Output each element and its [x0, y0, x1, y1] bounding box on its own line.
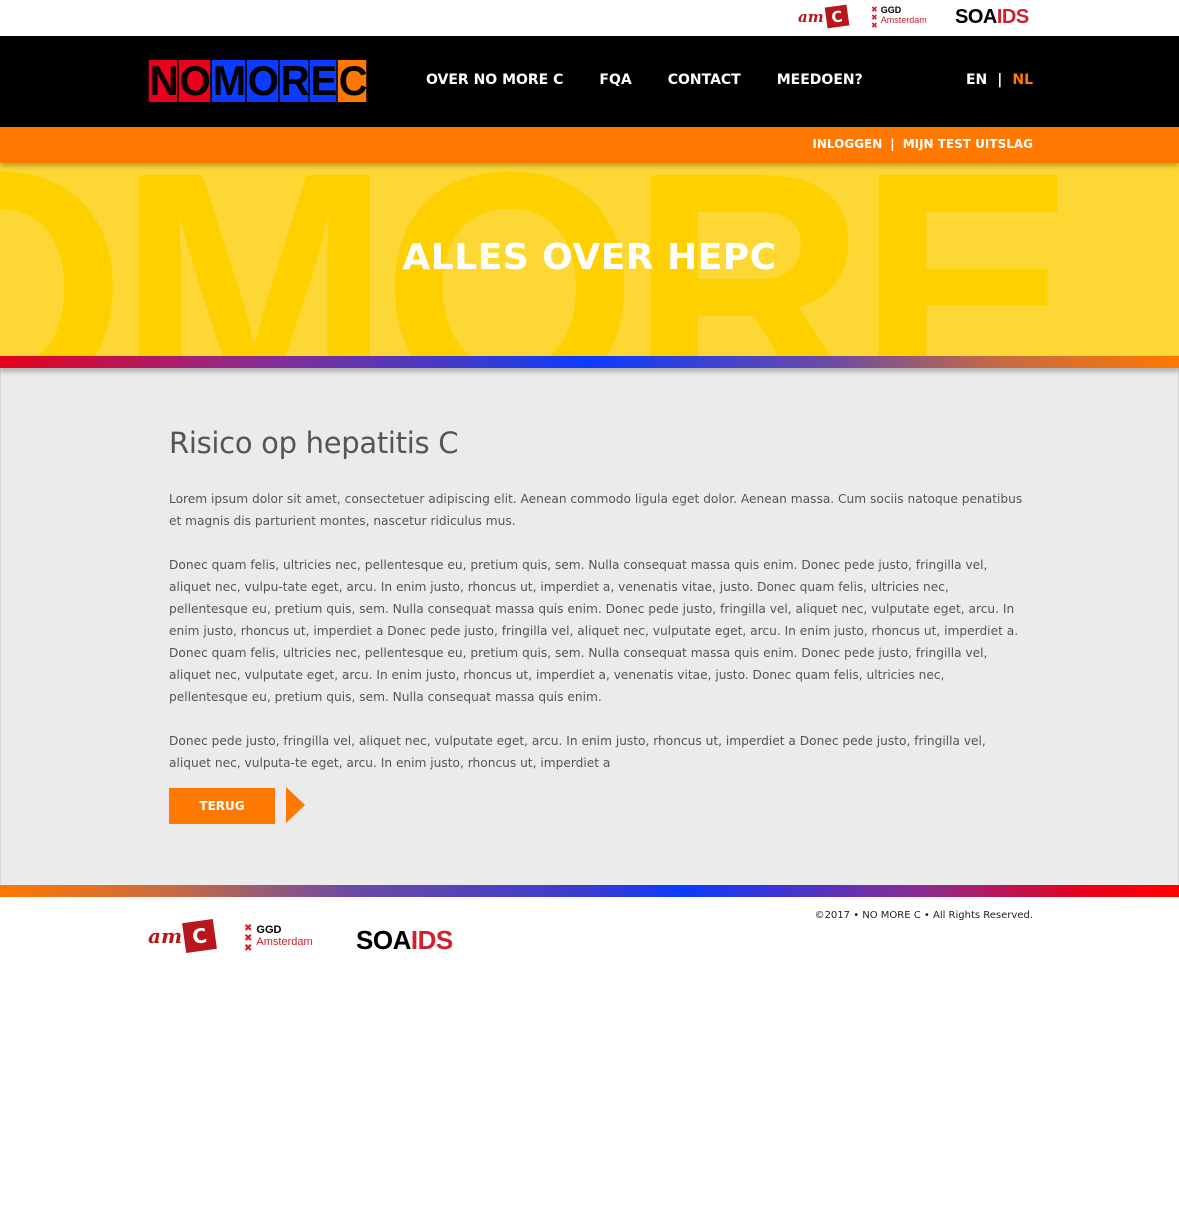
ggd-logo[interactable]: ✖ ✖ ✖ GGD Amsterdam [871, 5, 927, 30]
main-header: N O M O R E C OVER NO MORE C FQA CONTACT… [0, 36, 1179, 127]
lang-nl[interactable]: NL [1012, 72, 1033, 88]
lang-en[interactable]: EN [966, 72, 987, 88]
page: am C ✖ ✖ ✖ GGD Amsterdam SOAIDS N O M O R … [0, 0, 1179, 1219]
hero-banner: OMORE ALLES OVER HEPC [0, 163, 1179, 356]
nav-fqa[interactable]: FQA [599, 72, 631, 88]
soaids-logo[interactable]: SOAIDS [955, 6, 1029, 29]
lang-separator: | [997, 72, 1003, 88]
nav-meedoen[interactable]: MEEDOEN? [777, 72, 863, 88]
article-paragraph-1: Lorem ipsum dolor sit amet, consectetuer… [169, 492, 1023, 528]
back-button[interactable]: TERUG [169, 788, 275, 824]
article-title: Risico op hepatitis C [169, 426, 459, 460]
login-link[interactable]: INLOGGEN [812, 137, 882, 151]
partner-bar: am C ✖ ✖ ✖ GGD Amsterdam SOAIDS [0, 0, 1179, 36]
footer-amc-logo[interactable]: am C [148, 918, 218, 954]
gradient-divider-bottom [0, 885, 1179, 897]
nav-contact[interactable]: CONTACT [668, 72, 741, 88]
footer-ggd-crosses-icon: ✖ ✖ ✖ [244, 923, 253, 954]
footer-soaids-logo[interactable]: SOAIDS [356, 925, 453, 956]
ggd-logo-line2: Amsterdam [880, 14, 927, 25]
brand-logo[interactable]: N O M O R E C [148, 60, 368, 102]
amc-logo-mark: C [824, 4, 849, 29]
test-results-link[interactable]: MIJN TEST UITSLAG [903, 137, 1033, 151]
nav-over-no-more-c[interactable]: OVER NO MORE C [426, 72, 563, 88]
userbar-separator: | [890, 137, 895, 151]
ggd-crosses-icon: ✖ ✖ ✖ [871, 5, 878, 30]
hero-title: ALLES OVER HEPC [402, 237, 777, 278]
article-paragraph-2: Donec quam felis, ultricies nec, pellent… [169, 558, 1019, 704]
amc-logo[interactable]: am C [798, 4, 849, 29]
content-area: Risico op hepatitis C Lorem ipsum dolor … [0, 368, 1179, 885]
article-paragraph-3: Donec pede justo, fringilla vel, aliquet… [169, 734, 986, 770]
footer-ggd-logo[interactable]: ✖ ✖ ✖ GGD Amsterdam [244, 924, 313, 954]
language-switcher: EN | NL [966, 72, 1033, 88]
article: Risico op hepatitis C Lorem ipsum dolor … [169, 426, 1024, 796]
footer: am C ✖ ✖ ✖ GGD Amsterdam SOAIDS ©2017 • NO… [0, 897, 1179, 977]
copyright: ©2017 • NO MORE C • All Rights Reserved. [814, 910, 1033, 921]
gradient-divider-top [0, 356, 1179, 368]
amc-logo-text: am [798, 7, 824, 26]
user-bar: INLOGGEN | MIJN TEST UITSLAG [0, 127, 1179, 163]
main-nav: OVER NO MORE C FQA CONTACT MEEDOEN? [426, 72, 899, 88]
footer-amc-logo-mark: C [182, 918, 218, 954]
arrow-right-icon[interactable] [286, 787, 305, 823]
